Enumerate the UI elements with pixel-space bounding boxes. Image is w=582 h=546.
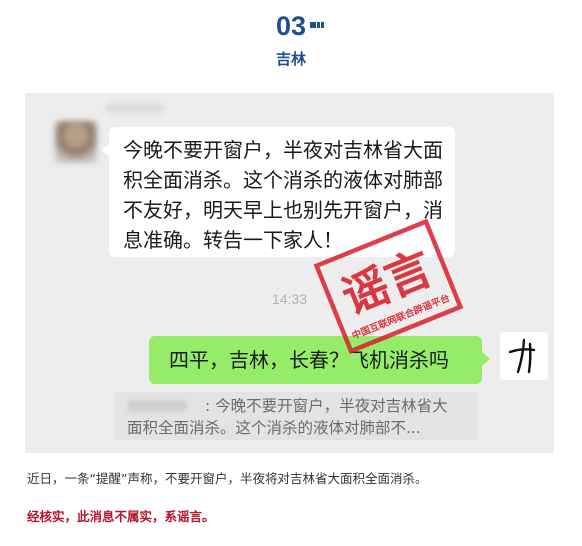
section-header: 03 吉林 (0, 0, 582, 80)
handwritten-avatar-icon (508, 338, 536, 374)
sender-avatar (55, 121, 97, 163)
quote-separator: : (205, 397, 211, 415)
section-city-title: 吉林 (275, 50, 306, 68)
article-caption: 近日，一条“提醒”声称，不要开窗户，半夜将对吉林省大面积全面消杀。 (27, 471, 428, 486)
user-avatar (500, 332, 548, 380)
sender-name-blurred (105, 103, 165, 113)
section-number-mark (310, 22, 324, 28)
quote-line-2: 面积全面消杀。这个消杀的液体对肺部不... (127, 419, 421, 437)
quoted-message: : 今晚不要开窗户，半夜对吉林省大 面积全面消杀。这个消杀的液体对肺部不... (115, 392, 478, 440)
rumor-stamp-icon: 谣言 中国互联网联合辟谣平台 (313, 218, 464, 355)
section-number: 03 (275, 11, 307, 41)
verdict-text: 经核实，此消息不属实，系谣言。 (27, 509, 215, 524)
quote-line-1: 今晚不要开窗户，半夜对吉林省大 (215, 397, 448, 415)
chat-screenshot: 今晚不要开窗户，半夜对吉林省大面积全面消杀。这个消杀的液体对肺部不友好，明天早上… (25, 93, 554, 453)
